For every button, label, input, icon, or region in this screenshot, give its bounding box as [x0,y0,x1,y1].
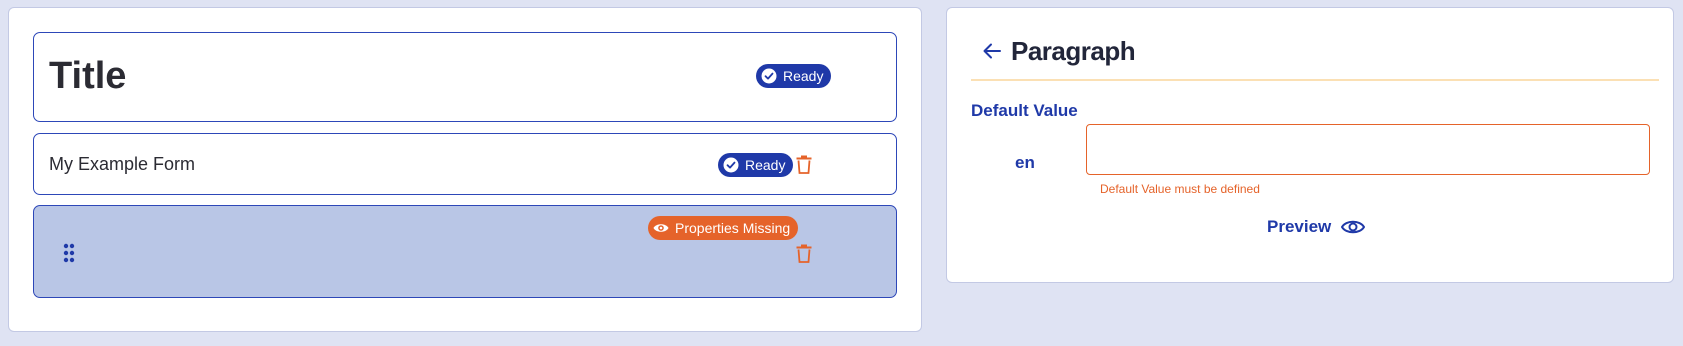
form-name-text: My Example Form [49,154,196,174]
delete-button[interactable] [794,242,814,264]
default-value-label: Default Value [971,101,1078,120]
delete-button[interactable] [794,153,814,175]
form-name-element-card[interactable]: My Example Form Ready [33,133,897,195]
arrow-left-icon [983,43,1001,59]
back-button[interactable] [981,40,1003,62]
validation-error: Default Value must be defined [1100,182,1260,196]
trash-icon [796,244,812,263]
language-label: en [1015,153,1035,172]
ready-status-badge: Ready [756,64,832,88]
check-circle-icon [723,157,739,173]
trash-icon [796,155,812,174]
check-circle-icon [761,68,777,84]
preview-button[interactable]: Preview [1267,217,1366,237]
eye-icon [653,220,669,236]
paragraph-element-card-selected[interactable]: Properties Missing [33,205,897,298]
properties-missing-badge: Properties Missing [648,216,799,240]
panel-title: Paragraph [1011,36,1136,66]
ready-status-label: Ready [783,68,824,84]
ready-status-badge: Ready [718,153,794,177]
drag-handle-icon[interactable] [63,243,75,263]
title-element-card[interactable]: Title Ready [33,32,897,122]
default-value-input[interactable] [1086,124,1650,175]
preview-label: Preview [1267,217,1332,236]
eye-icon [1341,220,1366,234]
ready-status-label: Ready [745,157,786,173]
properties-missing-label: Properties Missing [675,220,791,236]
properties-panel: Paragraph Default Value en Default Value… [946,7,1674,283]
form-builder-panel: Title Ready My Example Form Ready Proper… [8,7,922,332]
title-element-text: Title [49,55,127,97]
title-divider [971,79,1659,81]
